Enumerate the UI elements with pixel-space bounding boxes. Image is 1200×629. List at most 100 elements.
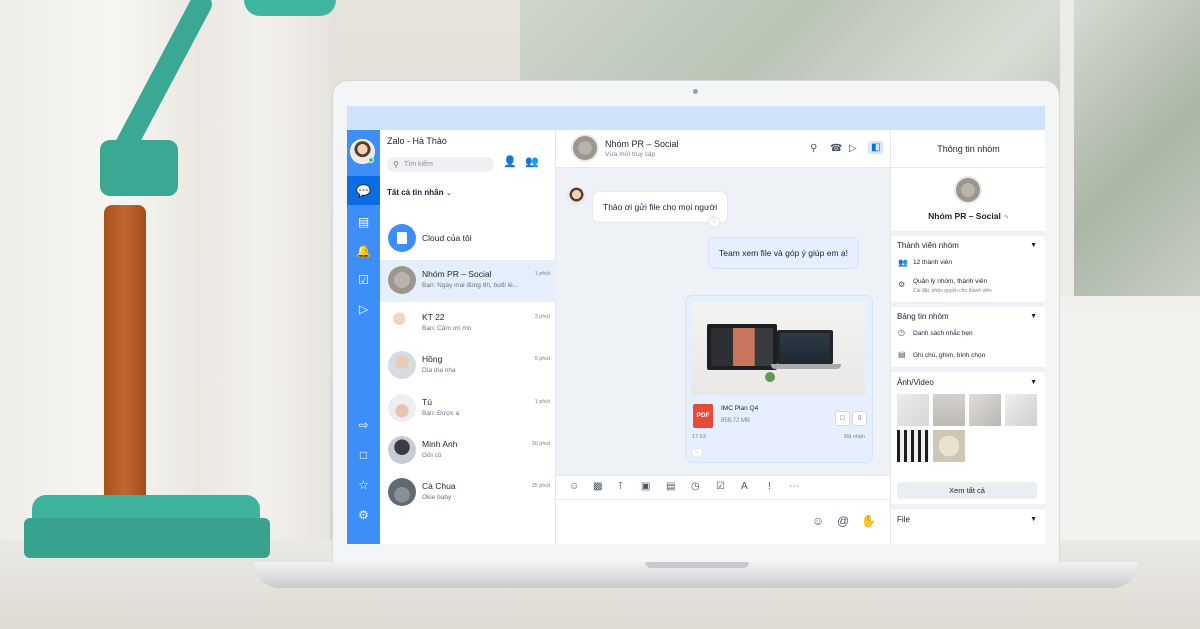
message-filter-dropdown[interactable]: Tất cả tin nhắn ⌄ (387, 188, 452, 197)
video-call-icon[interactable]: ▷ (849, 143, 857, 154)
info-panel-toggle-icon[interactable]: ◧ (868, 141, 884, 154)
message-input[interactable]: ☺ @ ✋ (556, 499, 890, 544)
file-attachment-card[interactable]: PDF IMC Plan Q4 858,72 MB □ ⇩ 17:53 Đã n… (686, 296, 872, 462)
nav-chat-button[interactable]: 💬 (347, 176, 380, 205)
download-icon[interactable]: ⇩ (853, 412, 866, 425)
nav-transfer-button[interactable]: ⇨ (347, 410, 380, 439)
nav-notifications-button[interactable]: 🔔 (347, 236, 380, 265)
conversation-time: 1 phút (534, 271, 550, 277)
conversation-name: Tú (422, 397, 432, 407)
emoji-icon[interactable]: ☺ (812, 514, 824, 528)
group-avatar[interactable] (954, 176, 982, 204)
conversation-time: 1 phút (534, 399, 550, 405)
mention-icon[interactable]: @ (837, 514, 849, 528)
file-preview-image[interactable] (691, 302, 865, 395)
conversation-item[interactable]: Hồng Dìa dìa nha 5 phút (380, 345, 556, 387)
search-icon[interactable]: ⚲ (810, 143, 817, 154)
attachment-icon[interactable]: ⊺ (618, 481, 623, 492)
nav-contacts-button[interactable]: ▤ (347, 207, 380, 236)
contacts-icon: ▤ (357, 214, 370, 229)
conversation-preview: Dìa dìa nha (422, 367, 456, 374)
group-avatar[interactable] (571, 134, 599, 162)
file-section-title[interactable]: File (897, 515, 910, 524)
contact-card-icon[interactable]: ▤ (666, 481, 675, 492)
caret-down-icon[interactable]: ▼ (1030, 516, 1037, 523)
conversation-item[interactable]: Tú Bạn: Được ạ 1 phút (380, 388, 556, 430)
conversation-time: 3 phút (534, 314, 550, 320)
media-thumbnail[interactable] (969, 394, 1001, 426)
chevron-down-icon: ⌄ (445, 188, 453, 197)
like-reaction-icon[interactable]: ♡ (692, 447, 702, 457)
reminder-list[interactable]: Danh sách nhắc hẹn (913, 330, 973, 337)
task-icon[interactable]: ☑ (716, 481, 725, 492)
image-icon[interactable]: ▩ (593, 481, 602, 492)
app-title: Zalo - Hà Thảo (387, 136, 447, 146)
conversation-preview: Bạn: Được ạ (422, 410, 460, 417)
caret-down-icon[interactable]: ▼ (1030, 313, 1037, 320)
members-section-title[interactable]: Thành viên nhóm (897, 241, 959, 250)
conversation-item[interactable]: Cà Chua Okie baby 35 phút (380, 472, 556, 514)
gear-icon: ⚙ (898, 280, 906, 289)
urgent-icon[interactable]: ! (768, 481, 771, 492)
search-input[interactable]: ⚲ Tìm kiếm (387, 157, 494, 172)
nav-rail: 💬 ▤ 🔔 ☑ ▷ ⇨ □ ☆ ⚙ (347, 130, 380, 544)
manage-group[interactable]: Quản lý nhóm, thành viên (913, 278, 987, 285)
conversation-time: 5 phút (534, 356, 550, 362)
media-thumbnail[interactable] (897, 430, 929, 462)
avatar (388, 351, 416, 379)
conversation-name: Cà Chua (422, 481, 456, 491)
transfer-icon: ⇨ (358, 417, 369, 432)
conversation-name: Nhóm PR – Social (422, 269, 492, 279)
conversation-item[interactable]: Minh Anh Gửi cô 30 phút (380, 430, 556, 472)
nav-starred-button[interactable]: ☆ (347, 470, 380, 499)
nav-todo-button[interactable]: ☑ (347, 265, 380, 294)
nav-settings-button[interactable]: ⚙ (347, 500, 380, 529)
wall (1060, 312, 1200, 542)
media-thumbnail[interactable] (897, 394, 929, 426)
conversation-item-cloud[interactable]: Cloud của tôi (380, 218, 556, 260)
text-format-icon[interactable]: A (741, 481, 748, 492)
open-folder-icon[interactable]: □ (836, 412, 849, 425)
conversation-item[interactable]: KT 22 Bạn: Cảm ơn mn 3 phút (380, 303, 556, 345)
caret-down-icon[interactable]: ▼ (1030, 242, 1037, 249)
board-section-title[interactable]: Bảng tin nhóm (897, 312, 949, 321)
avatar (388, 436, 416, 464)
search-placeholder: Tìm kiếm (404, 161, 433, 168)
cloud-icon (388, 224, 416, 252)
more-icon[interactable]: ⋯ (789, 481, 799, 492)
thumbs-up-icon[interactable]: ✋ (861, 514, 876, 528)
media-thumbnail[interactable] (933, 394, 965, 426)
screenshot-icon[interactable]: ▣ (641, 481, 650, 492)
add-friend-icon[interactable]: 👤 (503, 155, 517, 168)
sender-avatar (567, 187, 586, 206)
phone-icon[interactable]: ☎ (830, 143, 842, 154)
file-name: IMC Plan Q4 (721, 405, 759, 412)
manage-group-sub: Cài đặt, phân quyền cho thành viên (913, 288, 992, 294)
sticker-icon[interactable]: ☺ (569, 481, 579, 492)
see-all-media-button[interactable]: Xem tất cả (897, 482, 1037, 499)
delivery-status: Đã nhận (844, 434, 865, 440)
conversation-preview: Bạn: Ngày mai đúng 8h, buổi lễ... (422, 282, 519, 289)
chat-icon: 💬 (356, 183, 371, 198)
like-reaction-icon[interactable]: ♡ (709, 217, 719, 227)
chat-group-name: Nhóm PR – Social (605, 139, 679, 149)
caret-down-icon[interactable]: ▼ (1030, 379, 1037, 386)
conversation-time: 35 phút (531, 483, 550, 489)
lamp-base (24, 518, 270, 558)
media-thumbnail[interactable] (933, 430, 965, 462)
avatar (388, 309, 416, 337)
media-thumbnail[interactable] (1005, 394, 1037, 426)
nav-video-button[interactable]: ▷ (347, 294, 380, 323)
clock-icon: ◷ (898, 328, 905, 337)
edit-name-icon[interactable]: ✎ (1004, 215, 1009, 221)
conversation-item[interactable]: Nhóm PR – Social Bạn: Ngày mai đúng 8h, … (380, 260, 556, 302)
member-count[interactable]: 12 thành viên (913, 259, 952, 266)
create-group-icon[interactable]: 👥 (525, 155, 539, 168)
note-icon: ▤ (898, 350, 906, 359)
notes-pins-polls[interactable]: Ghi chú, ghim, bình chọn (913, 352, 985, 359)
reminder-icon[interactable]: ◷ (691, 481, 700, 492)
media-section-title[interactable]: Ảnh/Video (897, 378, 934, 387)
bell-icon: 🔔 (356, 243, 371, 258)
message-bubble-mine: Team xem file và góp ý giúp em ạ! (709, 238, 858, 268)
nav-screenshot-button[interactable]: □ (347, 440, 380, 469)
